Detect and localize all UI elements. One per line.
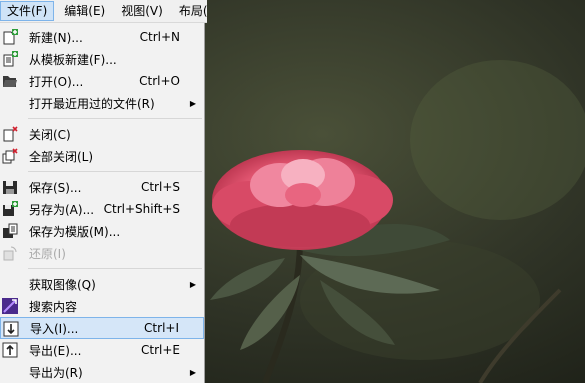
menu-item-open[interactable]: 打开(O)... Ctrl+O	[0, 70, 204, 92]
import-icon	[2, 320, 20, 338]
menu-item-new-from-template[interactable]: 从模板新建(F)...	[0, 48, 204, 70]
menu-item-label: 新建(N)...	[29, 30, 83, 45]
menu-item-label: 导入(I)...	[30, 321, 79, 336]
save-as-template-icon	[1, 222, 19, 240]
menu-item-save-as[interactable]: 另存为(A)... Ctrl+Shift+S	[0, 198, 204, 220]
menu-item-label: 还原(I)	[29, 246, 66, 261]
menu-item-label: 保存为模版(M)...	[29, 224, 121, 239]
search-content-icon	[1, 297, 19, 315]
menu-item-open-recent[interactable]: 打开最近用过的文件(R) ▶	[0, 92, 204, 114]
menu-item-close-all[interactable]: 全部关闭(L)	[0, 145, 204, 167]
menu-item-revert: 还原(I)	[0, 242, 204, 264]
menu-item-label: 导出为(R)	[29, 365, 83, 380]
menu-item-label: 关闭(C)	[29, 127, 71, 142]
submenu-arrow-icon: ▶	[189, 279, 196, 289]
menu-item-search-content[interactable]: 搜索内容	[0, 295, 204, 317]
menu-item-export-as[interactable]: 导出为(R) ▶	[0, 361, 204, 383]
menu-separator	[28, 171, 202, 172]
menu-item-label: 另存为(A)...	[29, 202, 95, 217]
menu-item-shortcut: Ctrl+N	[139, 30, 180, 44]
menu-item-shortcut: Ctrl+O	[139, 74, 180, 88]
menu-item-shortcut: Ctrl+E	[141, 343, 180, 357]
submenu-arrow-icon: ▶	[189, 98, 196, 108]
menu-layout[interactable]: 布局(	[173, 1, 207, 21]
menu-item-shortcut: Ctrl+I	[144, 321, 179, 335]
menu-item-shortcut: Ctrl+S	[140, 180, 180, 194]
menu-item-export[interactable]: 导出(E)... Ctrl+E	[0, 339, 204, 361]
menu-item-label: 从模板新建(F)...	[29, 52, 117, 67]
menu-item-label: 打开(O)...	[29, 74, 84, 89]
submenu-arrow-icon: ▶	[189, 367, 196, 377]
menu-file[interactable]: 文件(F)	[0, 1, 55, 21]
menu-item-import[interactable]: 导入(I)... Ctrl+I	[0, 317, 204, 339]
menu-separator	[28, 268, 202, 269]
close-all-icon	[1, 147, 19, 165]
menu-bar: 文件(F) 编辑(E) 视图(V) 布局(	[0, 0, 207, 23]
menu-view[interactable]: 视图(V)	[115, 1, 169, 21]
menu-item-save[interactable]: 保存(S)... Ctrl+S	[0, 176, 204, 198]
menu-item-close[interactable]: 关闭(C)	[0, 123, 204, 145]
close-document-icon	[1, 125, 19, 143]
open-folder-icon	[1, 72, 19, 90]
menu-item-label: 导出(E)...	[29, 343, 82, 358]
revert-icon	[1, 244, 19, 262]
menu-item-label: 打开最近用过的文件(R)	[29, 96, 155, 111]
menu-edit[interactable]: 编辑(E)	[58, 1, 111, 21]
export-icon	[1, 341, 19, 359]
menu-item-label: 搜索内容	[29, 299, 78, 314]
menu-separator	[28, 118, 202, 119]
file-dropdown-menu: 新建(N)... Ctrl+N 从模板新建(F)... 打开(O)... Ctr…	[0, 23, 205, 383]
new-document-icon	[1, 28, 19, 46]
new-from-template-icon	[1, 50, 19, 68]
save-icon	[1, 178, 19, 196]
menu-item-label: 获取图像(Q)	[29, 277, 96, 292]
menu-item-new[interactable]: 新建(N)... Ctrl+N	[0, 26, 204, 48]
menu-item-label: 保存(S)...	[29, 180, 82, 195]
menu-item-acquire-image[interactable]: 获取图像(Q) ▶	[0, 273, 204, 295]
menu-item-shortcut: Ctrl+Shift+S	[103, 202, 180, 216]
save-as-icon	[1, 200, 19, 218]
menu-item-label: 全部关闭(L)	[29, 149, 94, 164]
menu-item-save-as-template[interactable]: 保存为模版(M)...	[0, 220, 204, 242]
